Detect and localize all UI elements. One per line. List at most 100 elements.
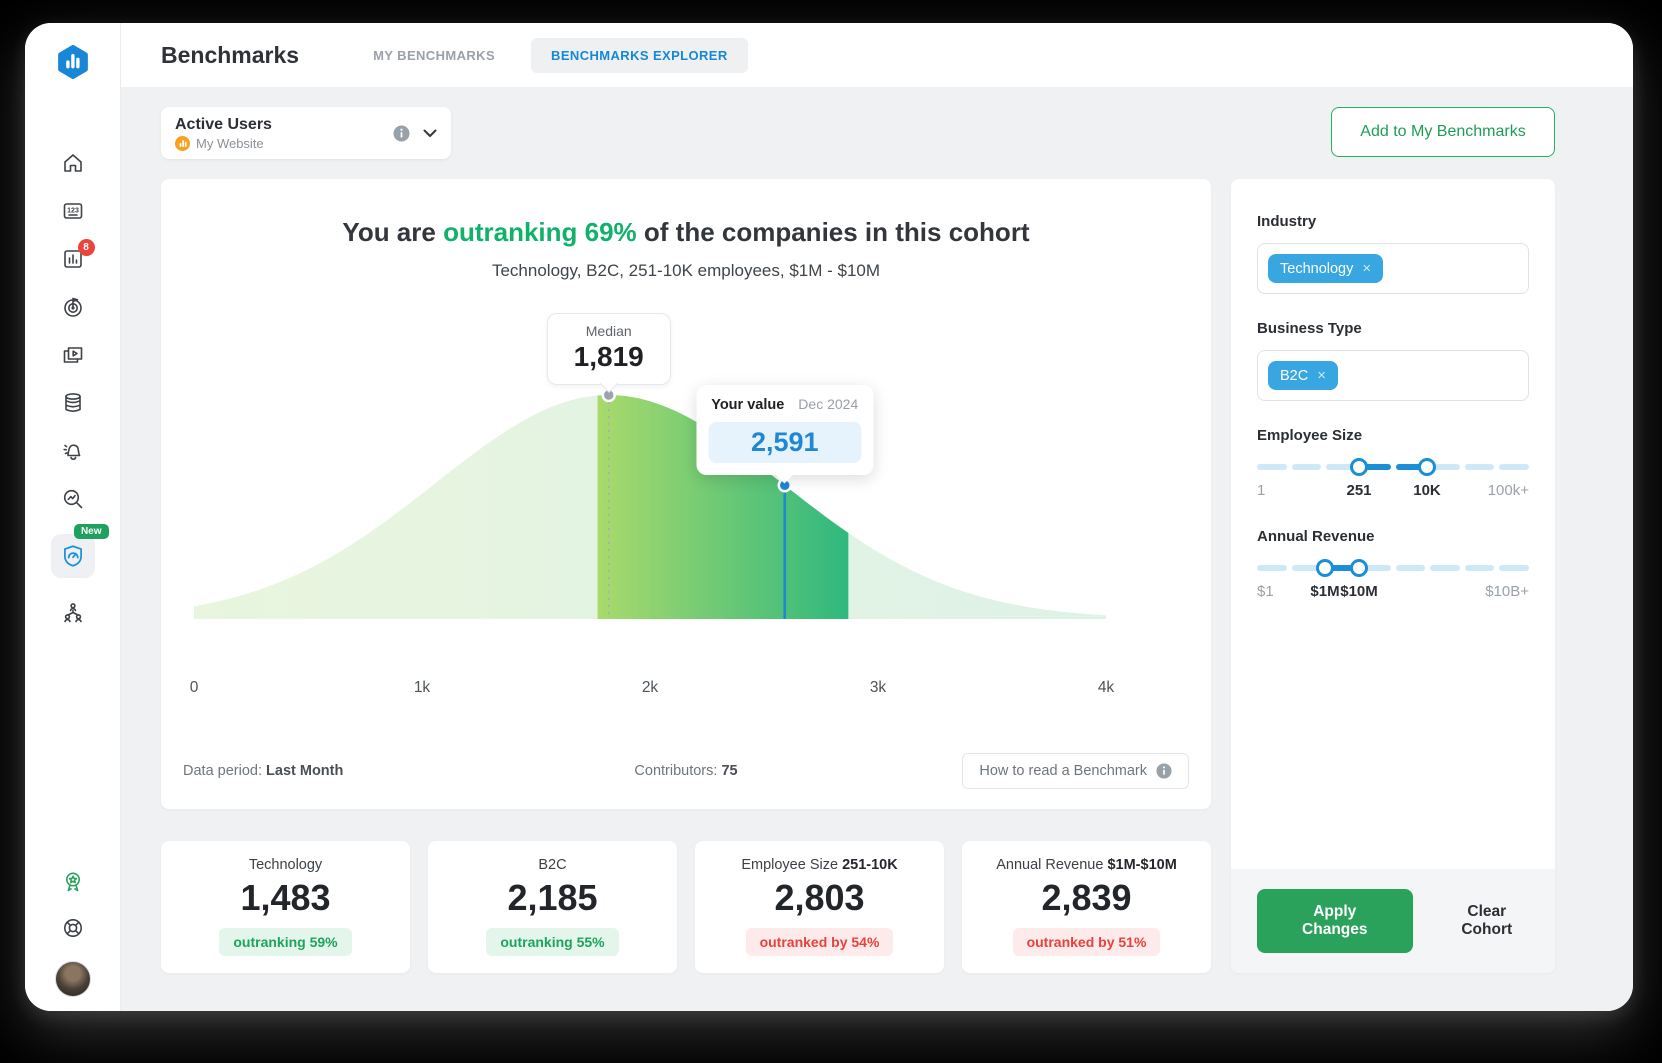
sidebar-item-alerts[interactable] [60,438,86,464]
sidebar-item-home[interactable] [60,150,86,176]
slider-segment [1499,565,1529,571]
annual-revenue-handle-2[interactable] [1350,559,1368,577]
distribution-svg: 01k2k3k4k [161,345,1211,705]
sidebar-item-dashboards[interactable]: 8 [60,246,86,272]
metric-search-icon [61,487,85,511]
tab-my-benchmarks[interactable]: MY BENCHMARKS [353,38,515,73]
sidebar-item-help[interactable] [60,915,86,941]
slider-segment [1257,464,1287,470]
employee-size-scale-label: 10K [1413,482,1441,499]
cohort-card: Employee Size 251-10K2,803outranked by 5… [695,841,944,973]
median-tooltip: Median 1,819 [547,313,671,385]
employee-size-scale-label: 251 [1346,482,1371,499]
cohort-filter-panel: Industry Technology× Business Type B2C× … [1231,179,1555,973]
user-avatar[interactable] [55,961,91,997]
cohort-card-label: Technology [249,857,322,873]
cohort-card-value: 2,185 [507,877,597,919]
cohort-subtitle: Technology, B2C, 251-10K employees, $1M … [161,261,1211,281]
goals-icon [61,295,85,319]
x-tick: 4k [1098,679,1115,696]
annual-revenue-scale-label: $10M [1340,583,1378,600]
your-value-tooltip: Your value Dec 2024 2,591 [696,385,873,475]
sidebar-item-metrics[interactable] [60,486,86,512]
chip-remove-icon[interactable]: × [1362,260,1371,277]
databox-logo[interactable] [57,45,89,84]
slider-segment [1396,565,1426,571]
cohort-card-label: Annual Revenue $1M-$10M [996,857,1177,873]
selected-metric: Active Users [175,116,272,134]
employee-size-track[interactable] [1257,464,1529,470]
annual-revenue-slider[interactable]: $1$1M$10M$10B+ [1257,565,1529,603]
chip-remove-icon[interactable]: × [1317,367,1326,384]
chevron-down-icon[interactable] [423,129,437,138]
filter-chip[interactable]: B2C× [1268,361,1338,390]
sidebar-bottom [55,869,91,997]
employee-size-scale-label: 1 [1257,482,1265,499]
slider-segment [1499,464,1529,470]
annual-revenue-handle-1[interactable] [1316,559,1334,577]
scorecard-icon: 123 [61,199,85,223]
outrank-badge: outranking 55% [486,928,618,956]
sidebar-item-reports[interactable] [60,342,86,368]
outrank-badge: outranking 59% [219,928,351,956]
benchmark-title: You are outranking 69% of the companies … [161,217,1211,248]
sidebar-item-scorecards[interactable]: 123 [60,198,86,224]
sidebar-item-certification[interactable] [60,869,86,895]
sidebar-item-datasets[interactable] [60,390,86,416]
cohort-card-value: 2,839 [1041,877,1131,919]
clear-cohort-button[interactable]: Clear Cohort [1445,903,1529,939]
slider-segment [1257,565,1287,571]
chart-footer: Data period: Last Month Contributors: 75… [183,753,1189,789]
apply-changes-button[interactable]: Apply Changes [1257,889,1413,953]
add-to-benchmarks-button[interactable]: Add to My Benchmarks [1331,107,1555,157]
tab-benchmarks-explorer[interactable]: BENCHMARKS EXPLORER [531,38,748,73]
metric-source-label: My Website [196,136,264,151]
outrank-badge: outranked by 51% [1013,928,1161,956]
people-icon [61,601,85,625]
slider-segment [1430,565,1460,571]
annual-revenue-scale-label: $1M [1310,583,1339,600]
cohort-card-label: Employee Size 251-10K [741,857,897,873]
industry-chip-box[interactable]: Technology× [1257,243,1529,294]
metric-source: My Website [175,136,272,151]
filter-chip[interactable]: Technology× [1268,254,1383,283]
employee-size-slider[interactable]: 125110K100k+ [1257,464,1529,502]
slider-segment [1292,464,1322,470]
top-row: Active Users My Website [161,107,1555,159]
employee-size-handle-1[interactable] [1350,458,1368,476]
your-value: 2,591 [708,422,861,463]
datasets-icon [61,391,85,415]
page-header: Benchmarks MY BENCHMARKS BENCHMARKS EXPL… [121,23,1633,87]
distribution-chart: 01k2k3k4k Median 1,819 Your value Dec 20… [161,345,1211,705]
annual-revenue-scale-label: $1 [1257,583,1274,600]
website-source-icon [175,136,190,151]
employee-size-handle-2[interactable] [1418,458,1436,476]
employee-size-labels: 125110K100k+ [1257,482,1529,502]
svg-text:123: 123 [67,208,79,215]
business-type-label: Business Type [1257,320,1529,337]
dashboards-count-badge: 8 [78,239,95,256]
how-to-read-button[interactable]: How to read a Benchmark [962,753,1189,789]
cohort-card: B2C2,185outranking 55% [428,841,677,973]
business-type-chip-box[interactable]: B2C× [1257,350,1529,401]
outrank-badge: outranked by 54% [746,928,894,956]
benchmark-chart-card: You are outranking 69% of the companies … [161,179,1211,809]
sidebar-item-benchmarks[interactable]: New [51,534,95,578]
metric-selector[interactable]: Active Users My Website [161,107,451,159]
award-icon [61,870,85,894]
cohort-card: Annual Revenue $1M-$10M 2,839 outranked by… [962,841,1211,973]
app-window: 123 8 [25,23,1633,1011]
reports-icon [61,343,85,367]
annual-revenue-labels: $1$1M$10M$10B+ [1257,583,1529,603]
sidebar-item-people[interactable] [60,600,86,626]
how-to-read-label: How to read a Benchmark [979,763,1147,779]
page-title: Benchmarks [161,42,299,69]
sidebar-item-goals[interactable] [60,294,86,320]
your-value-label: Your value [711,397,784,413]
annual-revenue-track[interactable] [1257,565,1529,571]
outranking-highlight: outranking 69% [443,217,637,247]
slider-segment [1465,565,1495,571]
new-badge: New [74,524,109,539]
info-icon[interactable] [393,125,410,142]
median-value: 1,819 [574,341,644,373]
